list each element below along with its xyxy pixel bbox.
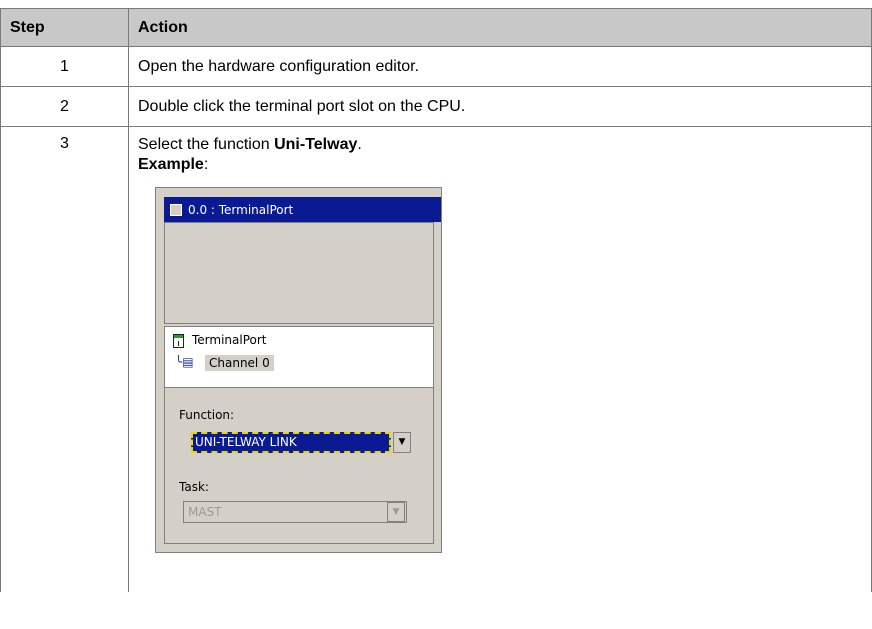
example-colon: : <box>203 156 209 173</box>
instruction-period: . <box>357 136 362 153</box>
module-label: TerminalPort <box>192 333 267 347</box>
table-row: 1 Open the hardware configuration editor… <box>0 46 872 87</box>
module-image-area <box>164 222 434 324</box>
instruction-text: Select the function <box>138 136 275 153</box>
column-header-step: Step <box>0 8 129 47</box>
example-heading: Example: <box>138 155 871 175</box>
chevron-down-icon[interactable]: ▼ <box>393 432 411 453</box>
channel-icon: ╰▤ <box>175 355 194 369</box>
step-number: 2 <box>0 86 129 127</box>
column-header-action: Action <box>128 8 872 47</box>
example-label: Example <box>138 156 204 173</box>
terminal-port-icon <box>173 334 184 348</box>
step-number: 1 <box>0 46 129 87</box>
channel-settings-panel: Function: UNI-TELWAY LINK ▼ Task: MAST ▼ <box>164 388 434 544</box>
step-number: 3 <box>0 126 129 592</box>
task-label: Task: <box>179 480 209 494</box>
task-select: MAST <box>183 501 407 523</box>
step-action: Select the function Uni-Telway. Example:… <box>128 126 872 592</box>
step-action: Open the hardware configuration editor. <box>128 46 872 87</box>
step-action: Double click the terminal port slot on t… <box>128 86 872 127</box>
dialog-title: 0.0 : TerminalPort <box>188 202 294 217</box>
window-icon <box>170 203 182 216</box>
procedure-table: Step Action 1 Open the hardware configur… <box>0 8 872 592</box>
function-label: Function: <box>179 408 235 422</box>
function-select[interactable]: UNI-TELWAY LINK <box>191 432 391 453</box>
step-instruction: Select the function Uni-Telway. <box>138 135 871 155</box>
channel-item[interactable]: Channel 0 <box>205 355 274 371</box>
chevron-down-icon: ▼ <box>387 502 405 522</box>
table-header-row: Step Action <box>0 8 872 47</box>
function-name: Uni-Telway <box>274 136 358 153</box>
table-row: 3 Select the function Uni-Telway. Exampl… <box>0 126 872 592</box>
table-row: 2 Double click the terminal port slot on… <box>0 86 872 127</box>
channel-tree: TerminalPort ╰▤ Channel 0 <box>164 326 434 388</box>
terminal-port-dialog-screenshot: 0.0 : TerminalPort TerminalPort ╰▤ Chann… <box>155 187 442 553</box>
dialog-title-bar: 0.0 : TerminalPort <box>164 197 441 222</box>
